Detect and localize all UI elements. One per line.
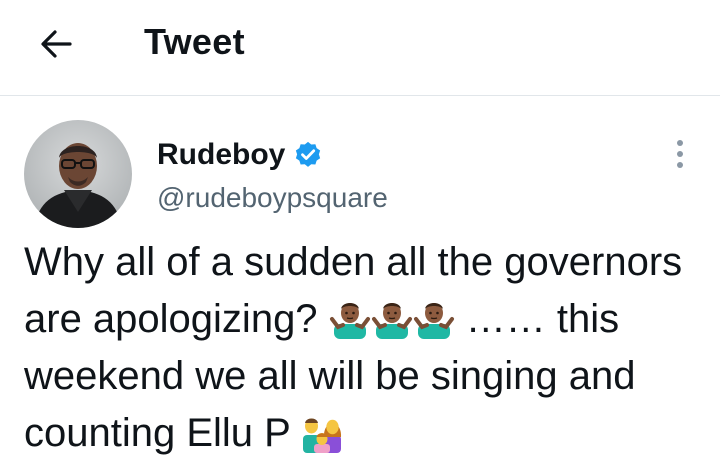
family-emoji-icon: [301, 411, 343, 453]
person-shrugging-emoji-icon: [413, 297, 455, 339]
more-options-button[interactable]: [664, 134, 696, 174]
arrow-left-icon: [41, 30, 72, 58]
author-handle[interactable]: @rudeboypsquare: [157, 180, 388, 216]
person-shrugging-emoji-icon: [329, 297, 371, 339]
author-display-name[interactable]: Rudeboy: [157, 137, 285, 173]
page-title: Tweet: [144, 21, 245, 62]
avatar[interactable]: [24, 120, 132, 228]
verified-badge-icon: [296, 141, 321, 167]
more-vertical-icon: [677, 140, 683, 168]
tweet-text: Why all of a sudden all the governors ar…: [24, 234, 704, 462]
back-button[interactable]: [34, 22, 78, 66]
person-shrugging-emoji-icon: [371, 297, 413, 339]
top-bar: Tweet: [0, 0, 720, 96]
author-row: Rudeboy: [157, 136, 323, 174]
